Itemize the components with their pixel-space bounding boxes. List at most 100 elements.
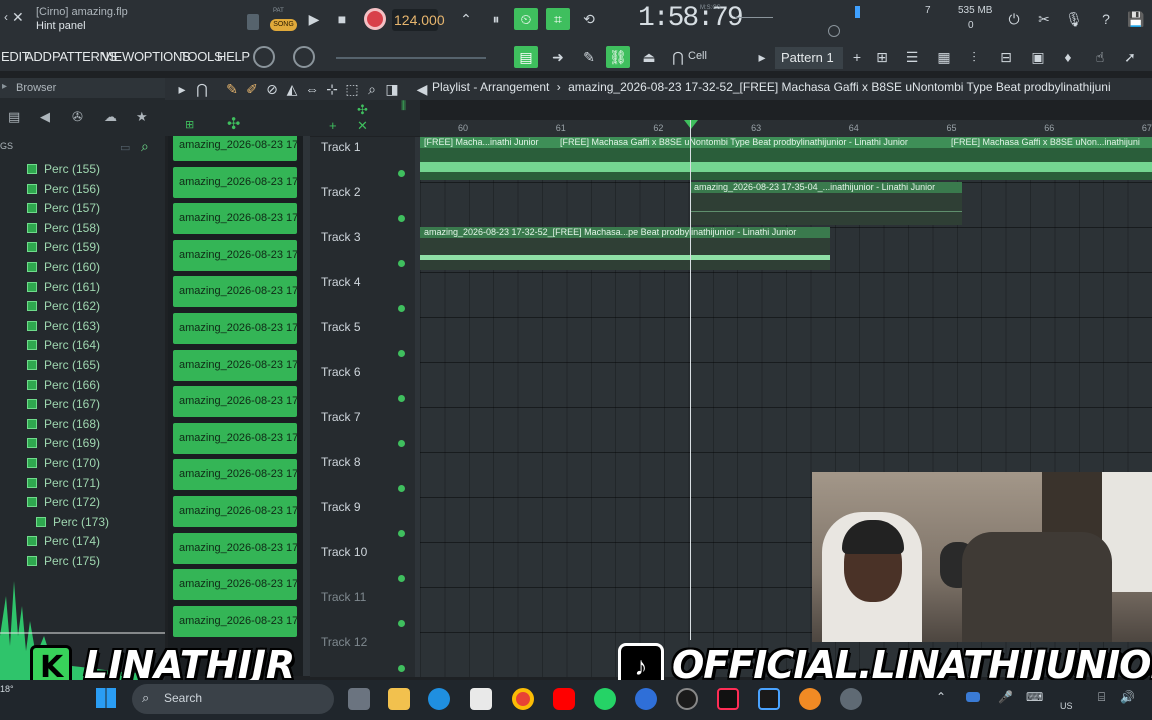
track-name[interactable]: Track 6	[321, 365, 361, 379]
windows-start-icon[interactable]	[96, 688, 116, 708]
track-name[interactable]: Track 4	[321, 275, 361, 289]
browser-item[interactable]: Perc (159)	[27, 240, 100, 259]
track-enable-toggle[interactable]	[398, 575, 405, 582]
pattern-prev-icon[interactable]: ▸	[750, 46, 774, 68]
browser-item[interactable]: Perc (160)	[27, 260, 100, 279]
time-display[interactable]: 1:58:79	[638, 3, 744, 34]
menu-view[interactable]: VIEW	[102, 49, 134, 64]
playlist-options-icon[interactable]: ◀	[410, 78, 434, 100]
clip-scrollbar[interactable]	[303, 136, 310, 676]
mic-tray-icon[interactable]: 🎤	[998, 690, 1013, 704]
play-button[interactable]: ▶	[302, 8, 326, 30]
browser-back-icon[interactable]: ◀	[40, 109, 50, 125]
browser-search-icon[interactable]: ⌕	[141, 138, 149, 155]
track-enable-toggle[interactable]	[398, 530, 405, 537]
clip-button[interactable]: amazing_2026-08-23 17...	[173, 496, 297, 527]
clip-button[interactable]: amazing_2026-08-23 17...	[173, 386, 297, 418]
help-icon[interactable]: ?	[1094, 8, 1118, 30]
playlist-magnet-icon[interactable]: ⋂	[190, 78, 214, 100]
magnet-icon[interactable]: ⋂	[666, 46, 690, 68]
move-icon[interactable]: ✣	[227, 114, 240, 134]
menu-help[interactable]: HELP	[217, 49, 250, 64]
pattern-selector[interactable]: Pattern 1	[775, 47, 843, 69]
clip-button[interactable]: amazing_2026-08-23 17...	[173, 276, 297, 308]
track-enable-toggle[interactable]	[398, 170, 405, 177]
browser-item[interactable]: Perc (158)	[27, 221, 100, 240]
tiktok-app-icon[interactable]	[717, 688, 739, 710]
task-view-icon[interactable]	[348, 688, 370, 710]
track-enable-toggle[interactable]	[398, 395, 405, 402]
track-name[interactable]: Track 2	[321, 185, 361, 199]
clip-button[interactable]: amazing_2026-08-23 17...	[173, 349, 297, 381]
browser-collapse-icon[interactable]: ▭	[120, 141, 130, 154]
chevron-up-icon[interactable]: ⌃	[936, 690, 946, 704]
track-name[interactable]: Track 11	[321, 590, 366, 604]
clip-button[interactable]: amazing_2026-08-23 17...	[173, 166, 297, 198]
stamp-icon[interactable]: ⏏	[637, 46, 661, 68]
tempo-display[interactable]: 124.000	[392, 9, 445, 31]
clip-button[interactable]: amazing_2026-08-23 17...	[173, 239, 297, 271]
grid-icon[interactable]: ⊞	[185, 118, 194, 131]
project-icon[interactable]: ▣	[1026, 46, 1050, 68]
browser-item[interactable]: Perc (165)	[27, 358, 100, 377]
countdown-icon[interactable]: ⏲	[514, 8, 538, 30]
track-enable-toggle[interactable]	[398, 440, 405, 447]
close-icon[interactable]: ✕	[12, 9, 24, 26]
step-edit-icon[interactable]: ⌗	[546, 8, 570, 30]
chrome-icon[interactable]	[512, 688, 534, 710]
messenger-icon[interactable]	[635, 688, 657, 710]
browser-item[interactable]: Perc (170)	[27, 456, 100, 475]
browser-item[interactable]: Perc (157)	[27, 201, 100, 220]
channel-rack-icon[interactable]: ☰	[900, 46, 924, 68]
browser-item[interactable]: Perc (171)	[27, 476, 100, 495]
timeline-ruler[interactable]: 60 61 62 63 64 65 66 67	[420, 120, 1152, 137]
browser-item[interactable]: Perc (167)	[27, 397, 100, 416]
track-enable-toggle[interactable]	[398, 215, 405, 222]
pattern-clip[interactable]: [FREE] Macha...inathi Junior	[420, 137, 556, 180]
main-volume-knob[interactable]	[253, 46, 275, 68]
playback-tool-icon[interactable]: ◨	[380, 78, 404, 100]
mixer-icon[interactable]: ⊞	[870, 46, 894, 68]
playhead-marker-icon[interactable]	[684, 120, 698, 129]
youtube-icon[interactable]	[553, 688, 575, 710]
browser-item[interactable]: Perc (174)	[27, 534, 100, 553]
track-name[interactable]: Track 3	[321, 230, 361, 244]
cloud-icon[interactable]	[966, 692, 980, 702]
effects-icon[interactable]: ⫶	[962, 46, 986, 68]
browser-item[interactable]: Perc (161)	[27, 280, 100, 299]
track-name[interactable]: Track 5	[321, 320, 361, 334]
browser-item[interactable]: Perc (156)	[27, 182, 100, 201]
track-enable-toggle[interactable]	[398, 260, 405, 267]
piano-roll-icon[interactable]: ▦	[932, 46, 956, 68]
track-enable-toggle[interactable]	[398, 350, 405, 357]
stop-button[interactable]: ■	[330, 8, 354, 30]
back-icon[interactable]: ‹	[4, 10, 8, 24]
cpu-icon[interactable]: ⏻	[1002, 8, 1026, 30]
browser-item[interactable]: Perc (166)	[27, 378, 100, 397]
browser-cloud-icon[interactable]: ☁	[104, 109, 117, 125]
clip-button[interactable]: amazing_2026-08-23 17...	[173, 203, 297, 235]
file-explorer-icon[interactable]	[388, 688, 410, 710]
browser-item[interactable]: Perc (172)	[27, 495, 100, 514]
pattern-clip[interactable]: amazing_2026-08-23 17-32-52_[FREE] Macha…	[420, 227, 830, 270]
browser-item[interactable]: Perc (168)	[27, 417, 100, 436]
edge-icon[interactable]	[428, 688, 450, 710]
network-icon[interactable]: ⌸	[1098, 690, 1105, 705]
browser-icon[interactable]: ⊟	[994, 46, 1018, 68]
browser-item[interactable]: Perc (169)	[27, 436, 100, 455]
track-move-icon[interactable]: ✣	[357, 102, 368, 118]
main-pitch-knob[interactable]	[293, 46, 315, 68]
browser-item[interactable]: Perc (164)	[27, 338, 100, 357]
track-name[interactable]: Track 7	[321, 410, 361, 424]
track-name[interactable]: Track 9	[321, 500, 361, 514]
menu-add[interactable]: ADD	[25, 49, 52, 64]
add-pattern-icon[interactable]: +	[845, 46, 869, 68]
track-enable-toggle[interactable]	[398, 485, 405, 492]
pitch-knob[interactable]	[828, 25, 840, 37]
loop-record-icon[interactable]: ⟲	[577, 8, 601, 30]
clip-button[interactable]: amazing_2026-08-23 17...	[173, 605, 297, 637]
pattern-clip[interactable]: amazing_2026-08-23 17-35-04_...inathijun…	[690, 182, 962, 225]
send-icon[interactable]: ➚	[1118, 46, 1142, 68]
tools-icon[interactable]: ✂	[1032, 8, 1056, 30]
playlist-view-icon[interactable]: ▤	[514, 46, 538, 68]
